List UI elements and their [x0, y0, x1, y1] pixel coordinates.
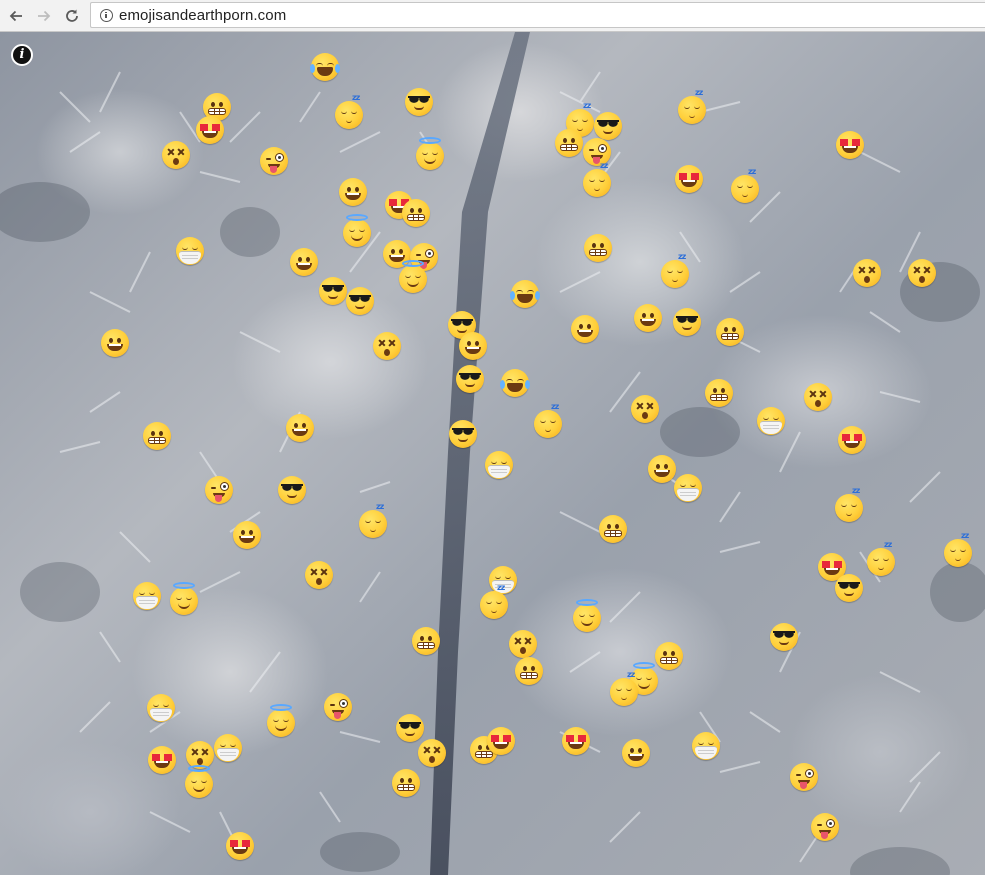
sleeping-face-emoji: zz	[944, 532, 972, 567]
heart-eyes-face-emoji	[836, 131, 864, 159]
back-button[interactable]	[4, 4, 28, 28]
halo-face-emoji	[399, 260, 427, 293]
medical-mask-face-emoji	[674, 474, 702, 502]
heart-eyes-face-emoji	[196, 116, 224, 144]
sleeping-face-emoji: zz	[661, 253, 689, 288]
grinning-face-emoji	[101, 329, 129, 357]
heart-eyes-face-emoji	[675, 165, 703, 193]
medical-mask-face-emoji	[133, 582, 161, 610]
sunglasses-face-emoji	[835, 574, 863, 602]
halo-face-emoji	[170, 582, 198, 615]
sleeping-face-emoji: zz	[359, 503, 387, 538]
grimacing-face-emoji	[412, 627, 440, 655]
halo-face-emoji	[343, 214, 371, 247]
grinning-face-emoji	[233, 521, 261, 549]
grimacing-face-emoji	[655, 642, 683, 670]
dizzy-face-emoji	[305, 561, 333, 589]
url-text: emojisandearthporn.com	[119, 6, 287, 24]
grimacing-face-emoji	[584, 234, 612, 262]
reload-icon	[66, 9, 78, 22]
grinning-face-emoji	[648, 455, 676, 483]
sleeping-face-emoji: zz	[731, 168, 759, 203]
dizzy-face-emoji	[162, 141, 190, 169]
zany-face-emoji	[205, 476, 233, 504]
sleeping-face-emoji: zz	[335, 94, 363, 129]
medical-mask-face-emoji	[692, 732, 720, 760]
heart-eyes-face-emoji	[838, 426, 866, 454]
grimacing-face-emoji	[143, 422, 171, 450]
halo-face-emoji	[185, 765, 213, 798]
sunglasses-face-emoji	[278, 476, 306, 504]
medical-mask-face-emoji	[485, 451, 513, 479]
zany-face-emoji	[811, 813, 839, 841]
grinning-face-emoji	[290, 248, 318, 276]
info-icon[interactable]	[100, 8, 113, 22]
medical-mask-face-emoji	[214, 734, 242, 762]
sleeping-face-emoji: zz	[534, 403, 562, 438]
grinning-face-emoji	[459, 332, 487, 360]
sleeping-face-emoji: zz	[678, 89, 706, 124]
grimacing-face-emoji	[402, 199, 430, 227]
sunglasses-face-emoji	[449, 420, 477, 448]
grimacing-face-emoji	[555, 129, 583, 157]
sleeping-face-emoji: zz	[480, 584, 508, 619]
sunglasses-face-emoji	[405, 88, 433, 116]
grinning-face-emoji	[571, 315, 599, 343]
medical-mask-face-emoji	[147, 694, 175, 722]
halo-face-emoji	[416, 137, 444, 170]
sunglasses-face-emoji	[673, 308, 701, 336]
sunglasses-face-emoji	[319, 277, 347, 305]
dizzy-face-emoji	[853, 259, 881, 287]
reload-button[interactable]	[60, 4, 84, 28]
grimacing-face-emoji	[705, 379, 733, 407]
sleeping-face-emoji: zz	[610, 671, 638, 706]
grinning-face-emoji	[339, 178, 367, 206]
zany-face-emoji	[324, 693, 352, 721]
tears-of-joy-face-emoji	[500, 369, 530, 397]
arrow-right-icon	[38, 10, 51, 22]
tears-of-joy-face-emoji	[510, 280, 540, 308]
grinning-face-emoji	[622, 739, 650, 767]
sleeping-face-emoji: zz	[867, 541, 895, 576]
heart-eyes-face-emoji	[226, 832, 254, 860]
browser-toolbar: emojisandearthporn.com	[0, 0, 985, 32]
medical-mask-face-emoji	[757, 407, 785, 435]
sunglasses-face-emoji	[770, 623, 798, 651]
heart-eyes-face-emoji	[562, 727, 590, 755]
grimacing-face-emoji	[599, 515, 627, 543]
forward-button[interactable]	[32, 4, 56, 28]
halo-face-emoji	[267, 704, 295, 737]
arrow-left-icon	[9, 10, 22, 22]
dizzy-face-emoji	[908, 259, 936, 287]
dizzy-face-emoji	[631, 395, 659, 423]
grimacing-face-emoji	[515, 657, 543, 685]
medical-mask-face-emoji	[176, 237, 204, 265]
dizzy-face-emoji	[804, 383, 832, 411]
address-bar[interactable]: emojisandearthporn.com	[90, 2, 985, 28]
dizzy-face-emoji	[418, 739, 446, 767]
dizzy-face-emoji	[373, 332, 401, 360]
zany-face-emoji	[260, 147, 288, 175]
grinning-face-emoji	[286, 414, 314, 442]
dizzy-face-emoji	[509, 630, 537, 658]
grimacing-face-emoji	[392, 769, 420, 797]
info-button[interactable]: i	[11, 44, 33, 66]
sunglasses-face-emoji	[456, 365, 484, 393]
sunglasses-face-emoji	[594, 112, 622, 140]
halo-face-emoji	[573, 599, 601, 632]
heart-eyes-face-emoji	[148, 746, 176, 774]
grinning-face-emoji	[634, 304, 662, 332]
sunglasses-face-emoji	[346, 287, 374, 315]
tears-of-joy-face-emoji	[310, 53, 340, 81]
zany-face-emoji	[790, 763, 818, 791]
sleeping-face-emoji: zz	[583, 162, 611, 197]
heart-eyes-face-emoji	[487, 727, 515, 755]
grimacing-face-emoji	[716, 318, 744, 346]
sunglasses-face-emoji	[396, 714, 424, 742]
sleeping-face-emoji: zz	[835, 487, 863, 522]
